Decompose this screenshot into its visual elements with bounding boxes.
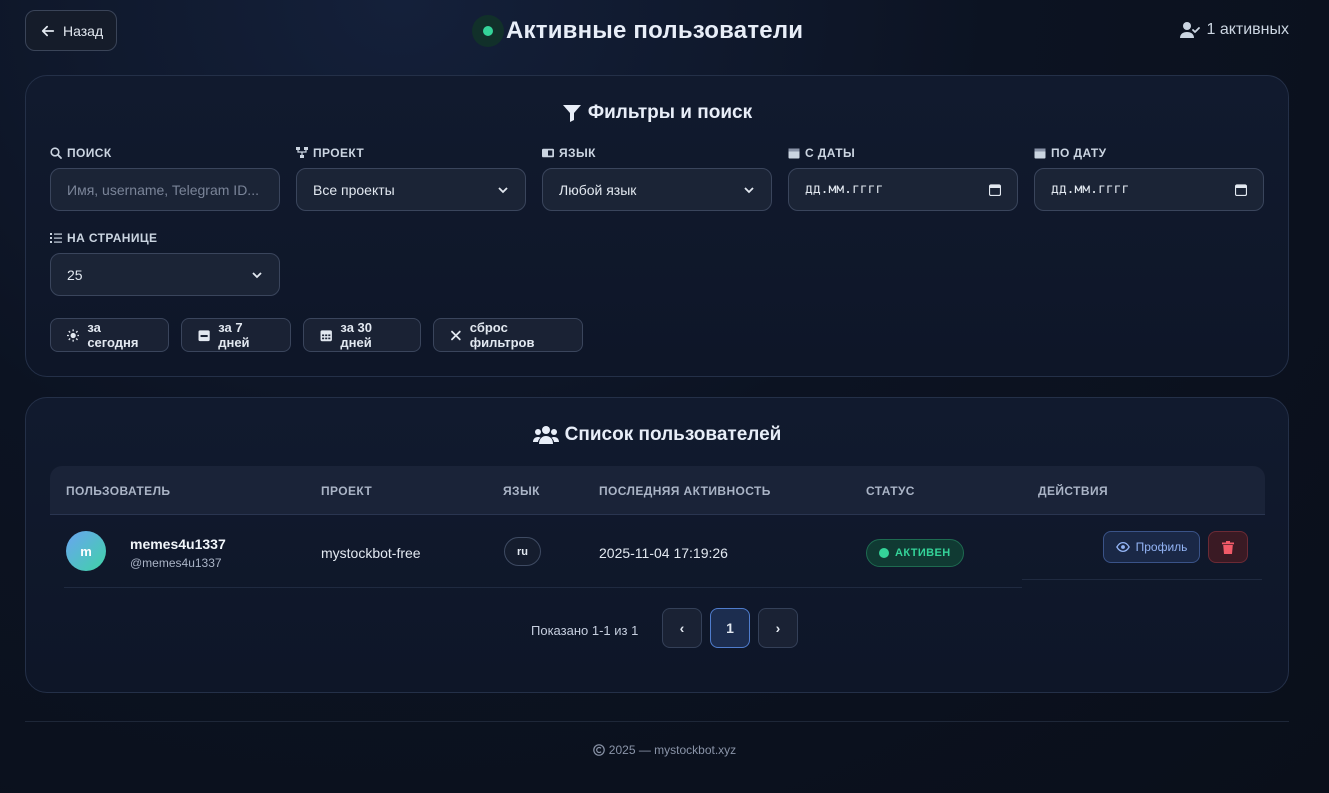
search-label-text: ПОИСК	[67, 146, 112, 160]
last-activity: 2025-11-04 17:19:26	[599, 545, 728, 561]
status-badge: АКТИВЕН	[866, 539, 964, 567]
filter-week-label: за 7 дней	[218, 320, 250, 350]
column-user: ПОЛЬЗОВАТЕЛЬ	[66, 484, 171, 498]
calendar-icon	[1034, 148, 1046, 159]
filter-month-label: за 30 дней	[340, 320, 373, 350]
arrow-left-icon	[41, 25, 55, 36]
user-project: mystockbot-free	[321, 545, 421, 561]
column-actions: ДЕЙСТВИЯ	[1038, 484, 1108, 498]
per-page-label: НА СТРАНИЦЕ	[50, 231, 157, 245]
per-page-label-text: НА СТРАНИЦЕ	[67, 231, 158, 245]
active-count-label: 1 активных	[1206, 21, 1289, 38]
sun-icon	[67, 328, 80, 342]
search-label: ПОИСК	[50, 146, 112, 160]
pagination-info: Показано 1-1 из 1	[531, 623, 639, 638]
per-page-value: 25	[67, 266, 83, 283]
project-label: ПРОЕКТ	[296, 146, 364, 160]
column-last-activity: ПОСЛЕДНЯЯ АКТИВНОСТЬ	[599, 484, 771, 498]
chevron-down-icon	[498, 186, 508, 193]
column-status: СТАТУС	[866, 484, 915, 498]
calendar-icon[interactable]	[1235, 183, 1247, 196]
status-text: АКТИВЕН	[895, 547, 951, 559]
status-dot	[879, 548, 889, 558]
filters-panel: Фильтры и поиск ПОИСК Имя, username, Tel…	[25, 75, 1289, 377]
profile-button[interactable]: Профиль	[1103, 531, 1200, 563]
language-label: ЯЗЫК	[542, 146, 596, 160]
column-project: ПРОЕКТ	[321, 484, 373, 498]
project-label-text: ПРОЕКТ	[313, 146, 365, 160]
language-label-text: ЯЗЫК	[559, 146, 596, 160]
filter-icon	[562, 105, 581, 122]
back-button[interactable]: Назад	[25, 10, 117, 51]
search-input[interactable]: Имя, username, Telegram ID...	[50, 168, 280, 211]
chevron-down-icon	[744, 186, 754, 193]
filter-today-button[interactable]: за сегодня	[50, 318, 169, 352]
language-value: Любой язык	[559, 181, 637, 198]
project-value: Все проекты	[313, 181, 395, 198]
project-select[interactable]: Все проекты	[296, 168, 526, 211]
table-header: ПОЛЬЗОВАТЕЛЬ ПРОЕКТ ЯЗЫК ПОСЛЕДНЯЯ АКТИВ…	[50, 466, 1265, 515]
delete-button[interactable]	[1208, 531, 1248, 563]
page-header: Активные пользователи	[472, 14, 803, 48]
profile-button-label: Профиль	[1135, 540, 1188, 554]
avatar: m	[66, 531, 106, 571]
page-button-current[interactable]: 1	[710, 608, 750, 648]
filters-title: Фильтры и поиск	[26, 102, 1288, 124]
list-icon	[50, 233, 62, 243]
date-from-label: С ДАТЫ	[788, 146, 855, 160]
date-to-input[interactable]: дд.мм.гггг	[1034, 168, 1264, 211]
reset-filters-button[interactable]: сброс фильтров	[433, 318, 583, 352]
reset-filters-label: сброс фильтров	[469, 320, 535, 350]
eye-icon	[1115, 541, 1130, 553]
date-from-value: дд.мм.гггг	[805, 182, 884, 197]
calendar-icon	[788, 148, 800, 159]
user-name: memes4u1337	[130, 536, 226, 552]
date-to-value: дд.мм.гггг	[1051, 182, 1130, 197]
per-page-select[interactable]: 25	[50, 253, 280, 296]
row-divider	[1022, 579, 1262, 580]
date-from-input[interactable]: дд.мм.гггг	[788, 168, 1018, 211]
page-title: Активные пользователи	[506, 17, 804, 44]
active-users-count: 1 активных	[1180, 21, 1289, 39]
column-language: ЯЗЫК	[503, 484, 540, 498]
next-page-button[interactable]: ›	[758, 608, 798, 648]
date-to-label-text: ПО ДАТУ	[1051, 146, 1107, 160]
date-to-label: ПО ДАТУ	[1034, 146, 1107, 160]
filter-week-button[interactable]: за 7 дней	[181, 318, 291, 352]
back-label: Назад	[63, 22, 104, 39]
search-icon	[50, 147, 62, 159]
footer-divider	[25, 721, 1289, 722]
filter-today-label: за сегодня	[87, 320, 139, 350]
language-icon	[542, 148, 554, 158]
user-handle: @memes4u1337	[130, 556, 222, 570]
copyright-icon	[592, 744, 605, 756]
date-from-label-text: С ДАТЫ	[805, 146, 856, 160]
close-icon	[451, 330, 461, 340]
footer: 2025 — mystockbot.xyz	[0, 743, 1329, 757]
users-title: Список пользователей	[26, 424, 1288, 446]
footer-text: 2025 — mystockbot.xyz	[608, 743, 737, 757]
calendar-week-icon	[198, 329, 210, 341]
page: Назад Активные пользователи 1 активных Ф…	[0, 0, 1329, 793]
search-placeholder: Имя, username, Telegram ID...	[67, 181, 259, 198]
sitemap-icon	[296, 147, 308, 158]
prev-page-button[interactable]: ‹	[662, 608, 702, 648]
users-panel: Список пользователей ПОЛЬЗОВАТЕЛЬ ПРОЕКТ…	[25, 397, 1289, 693]
users-icon	[532, 426, 559, 444]
chevron-down-icon	[252, 271, 262, 278]
calendar-icon[interactable]	[989, 183, 1001, 196]
language-badge: ru	[504, 537, 541, 566]
trash-icon	[1222, 540, 1234, 554]
calendar-month-icon	[320, 329, 332, 341]
language-select[interactable]: Любой язык	[542, 168, 772, 211]
row-divider	[64, 587, 1022, 588]
online-indicator	[472, 15, 504, 47]
users-title-text: Список пользователей	[564, 424, 782, 445]
filter-month-button[interactable]: за 30 дней	[303, 318, 421, 352]
user-check-icon	[1180, 22, 1201, 38]
filters-title-text: Фильтры и поиск	[587, 102, 753, 123]
